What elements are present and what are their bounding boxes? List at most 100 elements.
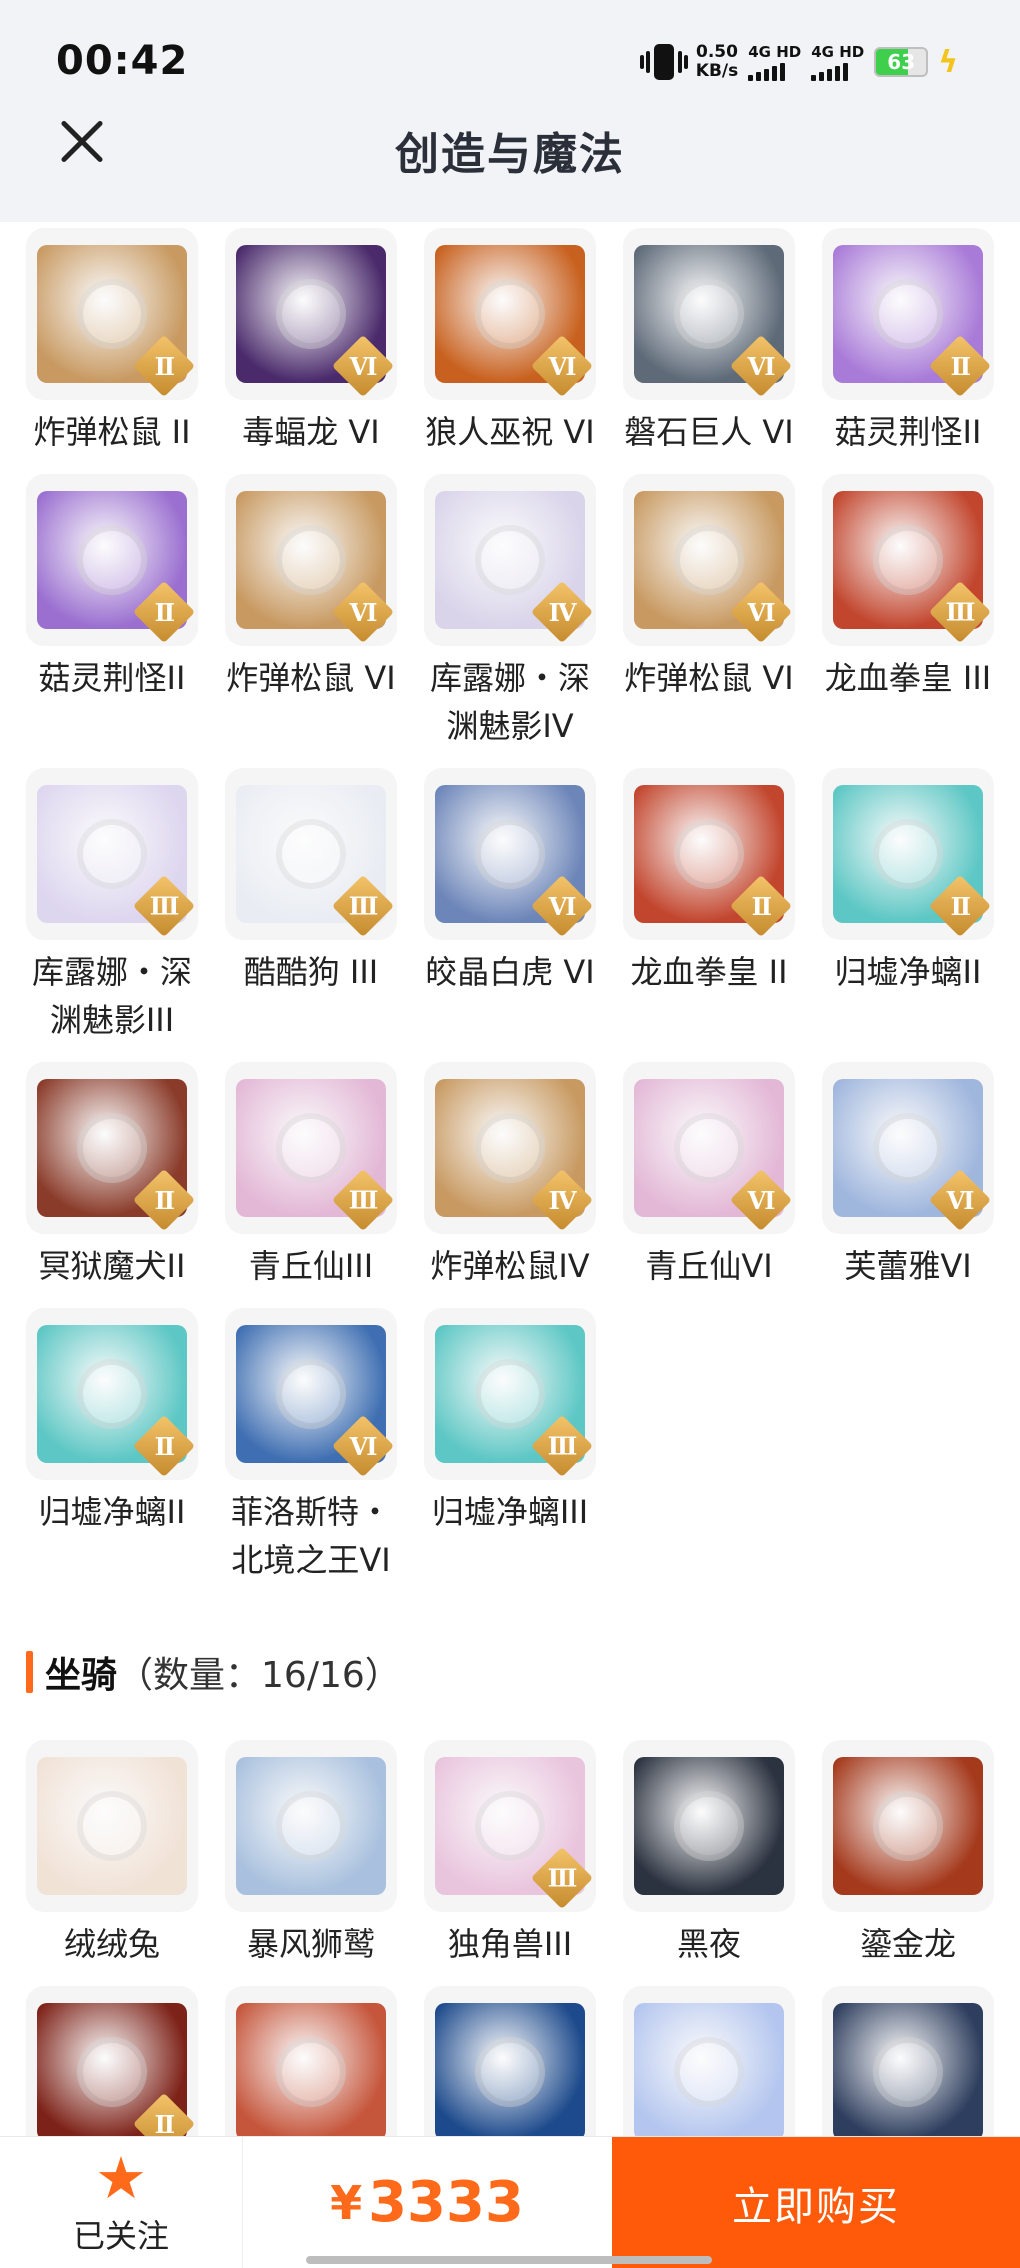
tier-badge-label: III	[349, 1185, 377, 1215]
bottom-action-bar: ★ 已关注 ¥ 3333 立即购买	[0, 2136, 1020, 2268]
price: ¥ 3333	[242, 2137, 612, 2268]
pet-thumbnail: VI	[225, 1308, 397, 1480]
pet-name: 龙血拳皇 II	[630, 953, 788, 991]
pet-card[interactable]: II 菇灵荆怪II	[26, 474, 198, 750]
mount-thumbnail: II	[26, 1986, 198, 2158]
pet-thumbnail: VI	[424, 768, 596, 940]
charging-icon: ϟ	[938, 44, 958, 80]
pet-card[interactable]: VI 皎晶白虎 VI	[424, 768, 596, 1044]
tier-badge-label: II	[154, 1431, 174, 1461]
pet-card[interactable]: II 菇灵荆怪II	[822, 228, 994, 456]
pet-thumbnail: II	[26, 228, 198, 400]
pet-card[interactable]: VI 菲洛斯特・北境之王VI	[225, 1308, 397, 1584]
pet-card[interactable]: II 龙血拳皇 II	[623, 768, 795, 1044]
tier-badge-label: VI	[748, 351, 774, 381]
top-bar: 00:42 0.50 KB/s 4G HD 4G HD 63 ϟ 创造与魔法	[0, 0, 1020, 222]
tier-badge-label: II	[154, 597, 174, 627]
mount-thumbnail	[623, 1986, 795, 2158]
tier-badge-label: VI	[549, 891, 575, 921]
pet-card[interactable]: VI 磐石巨人 VI	[623, 228, 795, 456]
mount-name: 独角兽III	[447, 1925, 573, 1963]
pet-thumbnail: III	[225, 1062, 397, 1234]
mount-card[interactable]: 绒绒兔	[26, 1740, 198, 1968]
pet-thumbnail: VI	[822, 1062, 994, 1234]
tier-badge-label: III	[548, 1431, 576, 1461]
sim2-signal: 4G HD	[811, 44, 864, 81]
pet-thumbnail: II	[26, 474, 198, 646]
mount-card[interactable]	[822, 1986, 994, 2158]
follow-button[interactable]: ★ 已关注	[0, 2137, 243, 2268]
mount-card[interactable]	[424, 1986, 596, 2158]
mount-portrait	[236, 2003, 386, 2141]
pet-card[interactable]: VI 芙蕾雅VI	[822, 1062, 994, 1290]
pet-name: 冥狱魔犬II	[38, 1247, 186, 1285]
signal-icon	[811, 62, 849, 81]
mount-card[interactable]: II	[26, 1986, 198, 2158]
tier-badge-label: III	[349, 891, 377, 921]
status-time: 00:42	[56, 38, 189, 84]
mounts-section-title: 坐骑	[45, 1655, 118, 1696]
pet-card[interactable]: VI 狼人巫祝 VI	[424, 228, 596, 456]
pets-grid: II 炸弹松鼠 II VI 毒蝠龙 VI VI 狼人巫祝 VI VI 磐石巨人 VI II 菇灵荆…	[26, 228, 996, 1584]
pet-name: 炸弹松鼠 VI	[226, 659, 396, 697]
mount-thumbnail	[822, 1740, 994, 1912]
pet-name: 菇灵荆怪II	[38, 659, 186, 697]
pet-name: 菲洛斯特・北境之王VI	[230, 1493, 391, 1579]
pet-thumbnail: VI	[424, 228, 596, 400]
pet-thumbnail: III	[424, 1308, 596, 1480]
pet-name: 芙蕾雅VI	[844, 1247, 972, 1285]
mount-thumbnail	[623, 1740, 795, 1912]
pet-card[interactable]: VI 炸弹松鼠 VI	[225, 474, 397, 750]
mount-card[interactable]	[225, 1986, 397, 2158]
mount-card[interactable]: 鎏金龙	[822, 1740, 994, 1968]
pet-name: 毒蝠龙 VI	[242, 413, 380, 451]
signal-icon	[748, 62, 786, 81]
pet-card[interactable]: II 归墟净螭II	[822, 768, 994, 1044]
page-title: 创造与魔法	[395, 129, 625, 180]
pet-card[interactable]: IV 库露娜・深渊魅影IV	[424, 474, 596, 750]
mount-card[interactable]: 暴风狮鹫	[225, 1740, 397, 1968]
pet-card[interactable]: II 炸弹松鼠 II	[26, 228, 198, 456]
mount-card[interactable]	[623, 1986, 795, 2158]
mounts-grid: 绒绒兔 暴风狮鹫 III 独角兽III 黑夜 鎏金龙 II	[26, 1740, 996, 2158]
vibrate-icon	[639, 42, 688, 82]
pet-card[interactable]: III 归墟净螭III	[424, 1308, 596, 1584]
battery-level: 63	[887, 50, 916, 74]
pet-card[interactable]: III 龙血拳皇 III	[822, 474, 994, 750]
tier-badge-label: VI	[748, 597, 774, 627]
network-speed: 0.50 KB/s	[696, 43, 738, 81]
pet-card[interactable]: III 青丘仙III	[225, 1062, 397, 1290]
network-speed-value: 0.50	[696, 42, 738, 62]
mount-name: 暴风狮鹫	[246, 1925, 375, 1963]
pet-name: 菇灵荆怪II	[834, 413, 982, 451]
mounts-section-header: 坐骑 （数量：16/16）	[26, 1646, 401, 1698]
pet-card[interactable]: VI 毒蝠龙 VI	[225, 228, 397, 456]
pet-name: 炸弹松鼠 II	[33, 413, 191, 451]
pet-card[interactable]: II 归墟净螭II	[26, 1308, 198, 1584]
pet-card[interactable]: IV 炸弹松鼠IV	[424, 1062, 596, 1290]
mount-portrait	[833, 2003, 983, 2141]
mount-card[interactable]: 黑夜	[623, 1740, 795, 1968]
mount-portrait	[634, 2003, 784, 2141]
status-icons: 0.50 KB/s 4G HD 4G HD 63 ϟ	[639, 40, 958, 84]
pet-card[interactable]: VI 青丘仙VI	[623, 1062, 795, 1290]
pet-thumbnail: VI	[225, 474, 397, 646]
buy-now-button[interactable]: 立即购买	[612, 2137, 1020, 2268]
pet-card[interactable]: II 冥狱魔犬II	[26, 1062, 198, 1290]
pet-card[interactable]: VI 炸弹松鼠 VI	[623, 474, 795, 750]
tier-badge-label: VI	[748, 1185, 774, 1215]
pet-card[interactable]: III 库露娜・深渊魅影III	[26, 768, 198, 1044]
home-indicator[interactable]	[306, 2256, 712, 2264]
pet-name: 皎晶白虎 VI	[425, 953, 595, 991]
pet-name: 酷酷狗 III	[243, 953, 379, 991]
mount-portrait	[37, 1757, 187, 1895]
sim1-signal: 4G HD	[748, 44, 801, 81]
mount-card[interactable]: III 独角兽III	[424, 1740, 596, 1968]
tier-badge-label: II	[154, 2109, 174, 2139]
pet-thumbnail: II	[822, 228, 994, 400]
pet-card[interactable]: III 酷酷狗 III	[225, 768, 397, 1044]
pet-thumbnail: VI	[623, 1062, 795, 1234]
mount-portrait	[634, 1757, 784, 1895]
pet-thumbnail: IV	[424, 474, 596, 646]
mount-thumbnail	[225, 1740, 397, 1912]
